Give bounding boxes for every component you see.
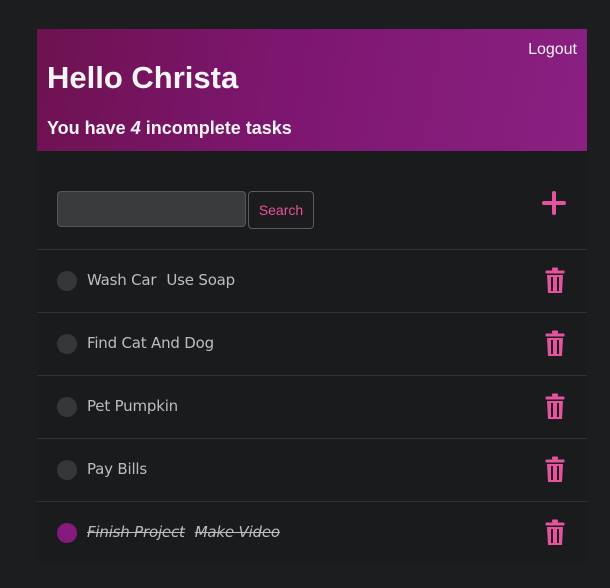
task-title: Wash Car	[87, 271, 157, 289]
incomplete-count: 4	[130, 118, 141, 138]
task-note: Use Soap	[166, 271, 235, 289]
task-text: Find Cat And Dog	[87, 334, 214, 352]
search-button[interactable]: Search	[248, 191, 314, 229]
summary-prefix: You have	[47, 118, 131, 138]
summary-suffix: incomplete tasks	[140, 118, 292, 138]
task-checkbox[interactable]	[57, 397, 77, 417]
task-row: Wash Car Use Soap	[37, 250, 587, 313]
task-list: Wash Car Use Soap Find Cat And Dog Pet P…	[37, 250, 587, 564]
task-row: Pet Pumpkin	[37, 376, 587, 439]
todo-app: Logout Hello Christa You have 4 incomple…	[37, 29, 587, 563]
task-title: Pet Pumpkin	[87, 397, 178, 415]
task-note: Make Video	[194, 523, 280, 541]
trash-icon[interactable]	[545, 519, 565, 546]
logout-link[interactable]: Logout	[528, 41, 577, 59]
task-checkbox[interactable]	[57, 271, 77, 291]
task-checkbox[interactable]	[57, 460, 77, 480]
task-text: Pay Bills	[87, 460, 147, 478]
trash-icon[interactable]	[545, 330, 565, 357]
task-summary: You have 4 incomplete tasks	[47, 118, 292, 139]
header: Logout Hello Christa You have 4 incomple…	[37, 29, 587, 151]
task-checkbox[interactable]	[57, 334, 77, 354]
task-row: Finish Project Make Video	[37, 502, 587, 564]
task-row: Pay Bills	[37, 439, 587, 502]
greeting-title: Hello Christa	[47, 60, 239, 95]
toolbar: Search	[37, 151, 587, 250]
task-text: Pet Pumpkin	[87, 397, 178, 415]
task-title: Finish Project	[87, 523, 185, 541]
plus-icon[interactable]	[540, 189, 568, 217]
trash-icon[interactable]	[545, 456, 565, 483]
task-title: Find Cat And Dog	[87, 334, 214, 352]
trash-icon[interactable]	[545, 267, 565, 294]
task-text: Finish Project Make Video	[87, 523, 280, 541]
task-checkbox-checked[interactable]	[57, 523, 77, 543]
task-row: Find Cat And Dog	[37, 313, 587, 376]
task-title: Pay Bills	[87, 460, 148, 478]
task-text: Wash Car Use Soap	[87, 271, 235, 289]
search-input[interactable]	[57, 191, 246, 227]
trash-icon[interactable]	[545, 393, 565, 420]
